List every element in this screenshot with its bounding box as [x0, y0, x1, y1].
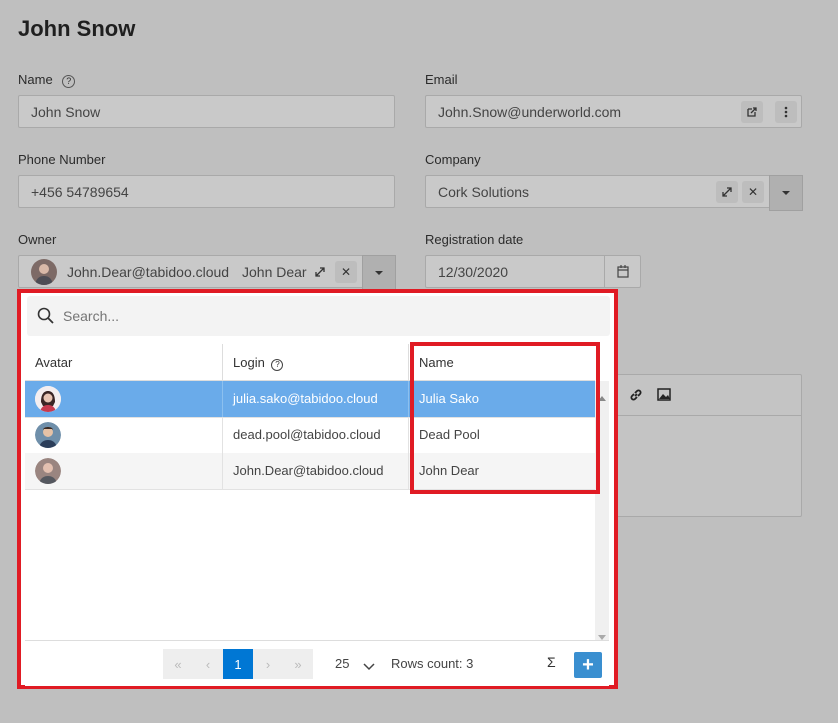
registration-label: Registration date	[425, 232, 524, 247]
search-input[interactable]	[61, 305, 561, 327]
owner-login: John.Dear@tabidoo.cloud	[67, 264, 230, 280]
avatar	[35, 386, 61, 412]
owner-dropdown-panel: Avatar Login ? Name julia.sako@tabidoo.c…	[17, 289, 618, 689]
name-label-text: Name	[18, 72, 53, 87]
avatar	[35, 458, 61, 484]
add-button[interactable]: +	[574, 652, 602, 678]
rich-text-editor[interactable]	[600, 374, 802, 517]
company-value: Cork Solutions	[438, 184, 530, 200]
search-icon	[37, 307, 55, 330]
name-field[interactable]: John Snow	[18, 95, 395, 128]
clear-icon[interactable]: ✕	[335, 261, 357, 283]
clear-icon[interactable]: ✕	[742, 181, 764, 203]
sum-icon[interactable]: Σ	[547, 654, 556, 670]
prev-page-button[interactable]: ‹	[193, 649, 223, 679]
name-label: Name ?	[18, 72, 76, 88]
expand-icon[interactable]	[309, 261, 331, 283]
chevron-down-icon[interactable]	[363, 658, 375, 676]
name-value: John Snow	[31, 104, 101, 120]
help-icon[interactable]: ?	[271, 359, 284, 371]
registration-value: 12/30/2020	[438, 264, 509, 280]
registration-date-field[interactable]: 12/30/2020	[425, 255, 641, 288]
rows-count: Rows count: 3	[391, 656, 474, 671]
first-page-button[interactable]: «	[163, 649, 193, 679]
page-1-button[interactable]: 1	[223, 649, 253, 679]
help-icon[interactable]: ?	[62, 75, 76, 88]
page-title: John Snow	[18, 16, 136, 41]
phone-label: Phone Number	[18, 152, 106, 167]
login-header-label: Login	[233, 355, 265, 370]
owner-field[interactable]: John.Dear@tabidoo.cloud John Dear ✕	[18, 255, 396, 291]
login-cell: John.Dear@tabidoo.cloud	[223, 453, 409, 489]
editor-toolbar	[601, 375, 801, 416]
avatar	[35, 422, 61, 448]
calendar-icon[interactable]	[604, 255, 641, 288]
avatar-cell	[25, 453, 223, 489]
company-dropdown-button[interactable]	[769, 175, 803, 211]
name-column-highlight	[410, 342, 600, 494]
phone-value: +456 54789654	[31, 184, 129, 200]
column-header-avatar[interactable]: Avatar	[25, 344, 223, 381]
login-cell: dead.pool@tabidoo.cloud	[223, 417, 409, 453]
open-link-icon[interactable]	[741, 101, 763, 123]
user-grid: Avatar Login ? Name julia.sako@tabidoo.c…	[25, 342, 609, 640]
page-size-value[interactable]: 25	[335, 656, 349, 671]
company-field[interactable]: Cork Solutions ✕	[425, 175, 803, 211]
last-page-button[interactable]: »	[283, 649, 313, 679]
owner-dropdown-button[interactable]	[362, 255, 396, 291]
pager: « ‹ 1 › » 25 Rows count: 3 Σ +	[25, 640, 609, 686]
email-label: Email	[425, 72, 458, 87]
link-icon[interactable]	[629, 388, 643, 407]
avatar-cell	[25, 417, 223, 453]
owner-label: Owner	[18, 232, 57, 247]
column-header-login[interactable]: Login ?	[223, 344, 409, 381]
email-field[interactable]: John.Snow@underworld.com	[425, 95, 802, 128]
more-options-icon[interactable]	[775, 101, 797, 123]
avatar-cell	[25, 381, 223, 417]
search-box[interactable]	[27, 296, 610, 336]
owner-avatar	[31, 259, 57, 285]
company-label: Company	[425, 152, 481, 167]
login-cell: julia.sako@tabidoo.cloud	[223, 381, 409, 417]
image-icon[interactable]	[657, 388, 671, 406]
phone-field[interactable]: +456 54789654	[18, 175, 395, 208]
next-page-button[interactable]: ›	[253, 649, 283, 679]
email-value: John.Snow@underworld.com	[438, 104, 622, 120]
owner-name: John Dear	[242, 264, 307, 280]
expand-icon[interactable]	[716, 181, 738, 203]
